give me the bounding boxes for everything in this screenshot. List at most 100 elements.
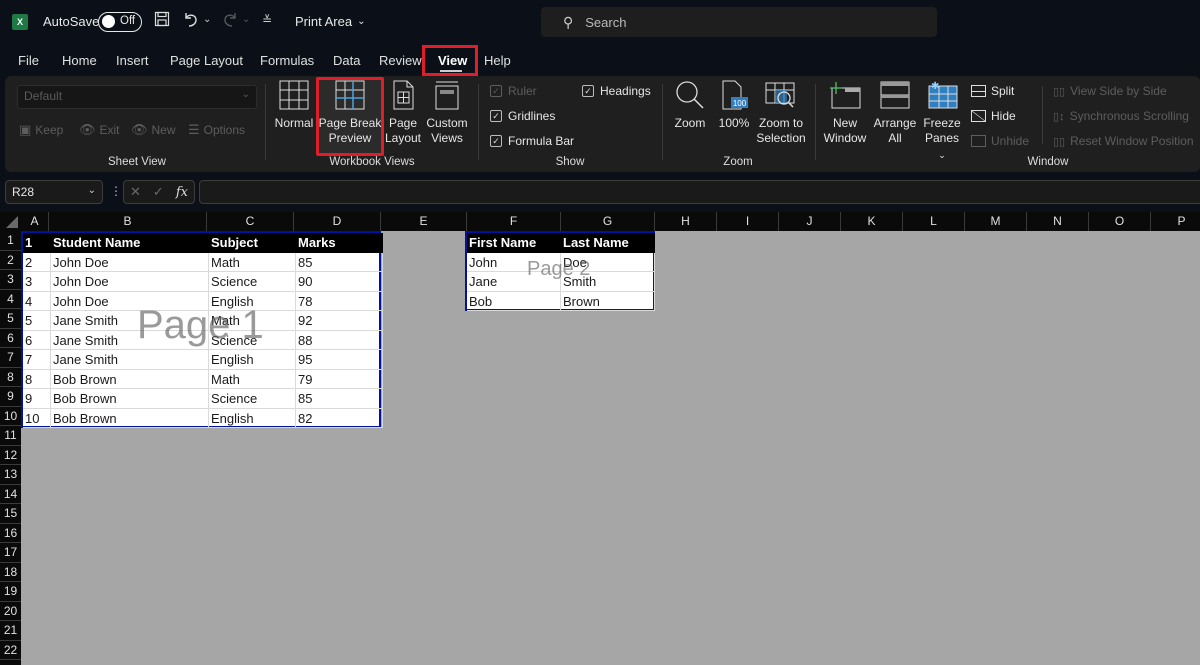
table-cell[interactable]: 90 bbox=[296, 272, 383, 292]
column-header-j[interactable]: J bbox=[779, 212, 841, 231]
ruler-checkbox[interactable]: ✓ Ruler bbox=[490, 84, 537, 98]
row-header-21[interactable]: 21 bbox=[0, 621, 21, 641]
row-header-6[interactable]: 6 bbox=[0, 329, 21, 348]
header-cell[interactable]: Last Name bbox=[561, 233, 655, 253]
table-cell[interactable]: Jane Smith bbox=[51, 330, 209, 350]
row-header-18[interactable]: 18 bbox=[0, 563, 21, 582]
table-cell[interactable]: 4 bbox=[23, 291, 51, 311]
arrange-all-button[interactable]: Arrange All bbox=[872, 80, 918, 146]
select-all-button[interactable] bbox=[0, 212, 21, 231]
tab-data[interactable]: Data bbox=[333, 53, 360, 68]
column-header-k[interactable]: K bbox=[841, 212, 903, 231]
table-cell[interactable]: Doe bbox=[561, 252, 655, 272]
cancel-icon[interactable]: ✕ bbox=[130, 184, 141, 200]
tab-help[interactable]: Help bbox=[484, 53, 511, 68]
search-box[interactable]: ⚲ Search bbox=[541, 7, 937, 37]
row-header-8[interactable]: 8 bbox=[0, 368, 21, 387]
new-button[interactable]: 👁 New bbox=[131, 122, 176, 138]
column-header-l[interactable]: L bbox=[903, 212, 965, 231]
table-cell[interactable]: 7 bbox=[23, 350, 51, 370]
column-header-i[interactable]: I bbox=[717, 212, 779, 231]
column-header-g[interactable]: G bbox=[561, 212, 655, 231]
formula-input[interactable] bbox=[199, 180, 1200, 204]
header-cell[interactable]: Marks bbox=[296, 233, 383, 253]
customize-toolbar-icon[interactable]: ≚ bbox=[262, 13, 272, 27]
row-header-3[interactable]: 3 bbox=[0, 270, 21, 290]
table-cell[interactable]: 3 bbox=[23, 272, 51, 292]
column-header-d[interactable]: D bbox=[294, 212, 381, 231]
row-header-20[interactable]: 20 bbox=[0, 602, 21, 621]
zoom-100-button[interactable]: 100 100% bbox=[716, 80, 752, 131]
tab-home[interactable]: Home bbox=[62, 53, 97, 68]
table-cell[interactable]: Science bbox=[209, 330, 296, 350]
row-header-16[interactable]: 16 bbox=[0, 524, 21, 543]
undo-dropdown-icon[interactable]: ⌄ bbox=[203, 14, 211, 25]
split-button[interactable]: Split bbox=[971, 84, 1014, 98]
header-cell[interactable]: 1 bbox=[23, 233, 51, 253]
zoom-button[interactable]: Zoom bbox=[670, 80, 710, 131]
row-header-17[interactable]: 17 bbox=[0, 543, 21, 563]
options-button[interactable]: ☰ Options bbox=[188, 122, 245, 138]
table-cell[interactable]: Jane bbox=[467, 272, 561, 292]
table-cell[interactable]: English bbox=[209, 350, 296, 370]
table-cell[interactable]: Bob Brown bbox=[51, 408, 209, 428]
sheet-view-dropdown[interactable]: Default ⌄ bbox=[17, 85, 257, 109]
table-cell[interactable]: Smith bbox=[561, 272, 655, 292]
custom-views-button[interactable]: Custom Views bbox=[424, 80, 470, 146]
tab-formulas[interactable]: Formulas bbox=[260, 53, 314, 68]
row-header-13[interactable]: 13 bbox=[0, 465, 21, 485]
exit-button[interactable]: 👁 Exit bbox=[79, 122, 120, 138]
redo-icon[interactable] bbox=[221, 10, 239, 28]
row-header-4[interactable]: 4 bbox=[0, 290, 21, 309]
column-header-f[interactable]: F bbox=[467, 212, 561, 231]
column-header-h[interactable]: H bbox=[655, 212, 717, 231]
page-layout-button[interactable]: Page Layout bbox=[384, 80, 422, 146]
synchronous-scrolling-button[interactable]: ▯↕ Synchronous Scrolling bbox=[1053, 109, 1189, 123]
table-cell[interactable]: Science bbox=[209, 272, 296, 292]
table-cell[interactable]: Math bbox=[209, 369, 296, 389]
table-cell[interactable]: Brown bbox=[561, 291, 655, 311]
row-header-5[interactable]: 5 bbox=[0, 309, 21, 329]
table-cell[interactable]: John Doe bbox=[51, 272, 209, 292]
column-header-b[interactable]: B bbox=[49, 212, 207, 231]
formula-bar-checkbox[interactable]: ✓ Formula Bar bbox=[490, 134, 574, 148]
reset-window-position-button[interactable]: ▯▯ Reset Window Position bbox=[1053, 134, 1194, 148]
table-cell[interactable]: Math bbox=[209, 252, 296, 272]
table-cell[interactable]: John Doe bbox=[51, 252, 209, 272]
autosave-toggle[interactable]: Off bbox=[98, 12, 142, 32]
page-break-preview-button[interactable]: Page Break Preview bbox=[318, 80, 382, 146]
table-cell[interactable]: 92 bbox=[296, 311, 383, 331]
row-header-1[interactable]: 1 bbox=[0, 231, 21, 251]
tab-review[interactable]: Review bbox=[379, 53, 422, 68]
headings-checkbox[interactable]: ✓ Headings bbox=[582, 84, 651, 98]
enter-icon[interactable]: ✓ bbox=[153, 184, 164, 200]
table-cell[interactable]: Math bbox=[209, 311, 296, 331]
tab-insert[interactable]: Insert bbox=[116, 53, 149, 68]
column-header-o[interactable]: O bbox=[1089, 212, 1151, 231]
header-cell[interactable]: First Name bbox=[467, 233, 561, 253]
normal-view-button[interactable]: Normal bbox=[272, 80, 316, 131]
table-cell[interactable]: 2 bbox=[23, 252, 51, 272]
table-cell[interactable]: 5 bbox=[23, 311, 51, 331]
hide-button[interactable]: Hide bbox=[971, 109, 1016, 123]
column-header-e[interactable]: E bbox=[381, 212, 467, 231]
row-header-11[interactable]: 11 bbox=[0, 426, 21, 446]
column-header-m[interactable]: M bbox=[965, 212, 1027, 231]
row-header-9[interactable]: 9 bbox=[0, 387, 21, 407]
table-cell[interactable]: 9 bbox=[23, 389, 51, 409]
table-cell[interactable]: English bbox=[209, 408, 296, 428]
more-options-icon[interactable]: ⋮ bbox=[110, 184, 122, 198]
table-cell[interactable]: 82 bbox=[296, 408, 383, 428]
table-cell[interactable]: 6 bbox=[23, 330, 51, 350]
table-cell[interactable]: Jane Smith bbox=[51, 350, 209, 370]
save-icon[interactable] bbox=[154, 11, 170, 27]
table-cell[interactable]: Bob bbox=[467, 291, 561, 311]
column-header-c[interactable]: C bbox=[207, 212, 294, 231]
unhide-button[interactable]: Unhide bbox=[971, 134, 1029, 148]
view-side-by-side-button[interactable]: ▯▯ View Side by Side bbox=[1053, 84, 1167, 98]
row-header-12[interactable]: 12 bbox=[0, 446, 21, 465]
keep-button[interactable]: ▣ Keep bbox=[19, 122, 63, 138]
table-cell[interactable]: Bob Brown bbox=[51, 389, 209, 409]
table-cell[interactable]: 10 bbox=[23, 408, 51, 428]
zoom-to-selection-button[interactable]: Zoom to Selection bbox=[755, 80, 807, 146]
